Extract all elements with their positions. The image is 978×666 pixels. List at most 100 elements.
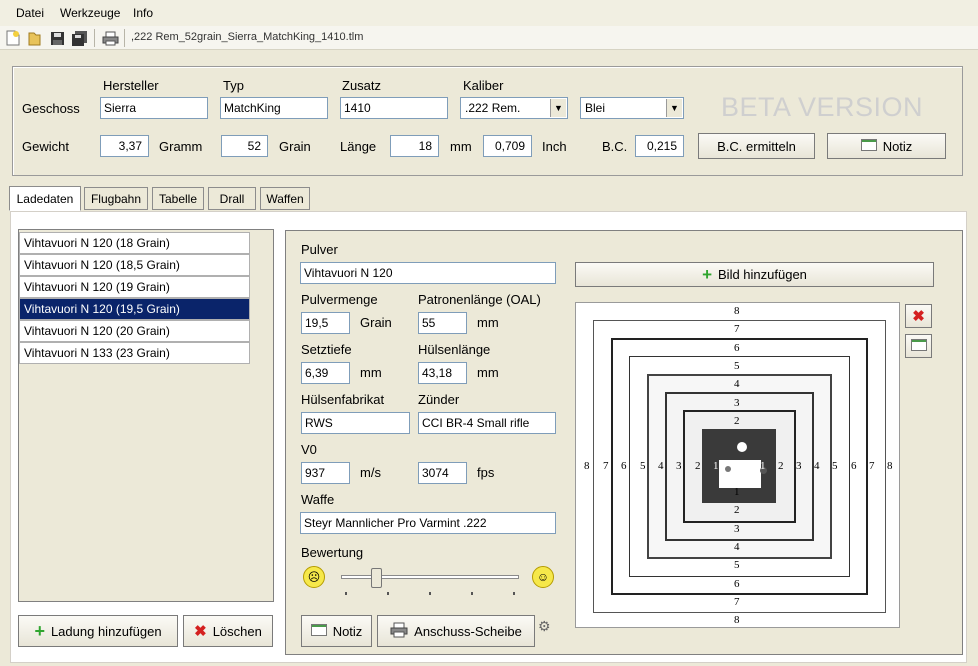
pulvermenge-field[interactable]: 19,5 bbox=[301, 312, 350, 334]
target-image: 8 7 6 5 4 3 2 1 2 3 4 5 6 7 8 8 7 6 5 4 … bbox=[575, 302, 900, 628]
note-icon bbox=[910, 338, 927, 354]
tab-flugbahn[interactable]: Flugbahn bbox=[84, 187, 148, 210]
plus-icon: + bbox=[34, 621, 45, 641]
waffe-field[interactable]: Steyr Mannlicher Pro Varmint .222 bbox=[300, 512, 556, 534]
gear-icon[interactable]: ⚙ bbox=[538, 618, 551, 635]
new-file-icon[interactable] bbox=[4, 29, 22, 47]
ring-number: 8 bbox=[734, 614, 740, 626]
pulver-label: Pulver bbox=[301, 242, 338, 257]
notiz-header-button[interactable]: Notiz bbox=[827, 133, 946, 159]
bewertung-label: Bewertung bbox=[301, 545, 364, 560]
material-select[interactable]: Blei ▼ bbox=[580, 97, 684, 119]
delete-image-button[interactable]: ✖ bbox=[905, 304, 932, 328]
bullet-hole bbox=[725, 466, 731, 472]
list-item[interactable]: Vihtavuori N 120 (20 Grain) bbox=[19, 320, 250, 342]
loeschen-button[interactable]: ✖ Löschen bbox=[183, 615, 273, 647]
tab-waffen[interactable]: Waffen bbox=[260, 187, 310, 210]
slider-tick bbox=[513, 592, 515, 595]
anschuss-scheibe-button[interactable]: Anschuss-Scheibe bbox=[377, 615, 535, 647]
laenge-mm-field[interactable]: 18 bbox=[390, 135, 439, 157]
ring-number: 1 bbox=[734, 486, 740, 498]
huelsenlaenge-label: Hülsenlänge bbox=[418, 342, 491, 357]
pulver-field[interactable]: Vihtavuori N 120 bbox=[300, 262, 556, 284]
kaliber-select[interactable]: .222 Rem. ▼ bbox=[460, 97, 568, 119]
ring-number: 6 bbox=[734, 342, 740, 354]
target-shot-group bbox=[719, 460, 761, 488]
notiz-load-button[interactable]: Notiz bbox=[301, 615, 372, 647]
bewertung-slider-track[interactable] bbox=[341, 575, 519, 579]
ring-number: 4 bbox=[658, 460, 664, 472]
huelsenfabrikat-label: Hülsenfabrikat bbox=[301, 392, 385, 407]
hersteller-field[interactable]: Sierra bbox=[100, 97, 208, 119]
mm-unit: mm bbox=[360, 365, 382, 380]
waffe-label: Waffe bbox=[301, 492, 335, 507]
tab-ladedaten[interactable]: Ladedaten bbox=[9, 186, 81, 211]
sad-smiley-icon: ☹ bbox=[303, 566, 325, 588]
bild-hinzufuegen-label: Bild hinzufügen bbox=[718, 267, 807, 282]
toolbar-separator bbox=[94, 29, 95, 47]
image-note-button[interactable] bbox=[905, 334, 932, 358]
ring-number: 8 bbox=[887, 460, 893, 472]
zuender-field[interactable]: CCI BR-4 Small rifle bbox=[418, 412, 556, 434]
delete-icon: ✖ bbox=[912, 307, 925, 325]
ring-number: 4 bbox=[814, 460, 820, 472]
save-all-icon[interactable] bbox=[70, 29, 88, 47]
bewertung-slider-thumb[interactable] bbox=[371, 568, 383, 588]
grain-unit: Grain bbox=[360, 315, 392, 330]
tab-tabelle[interactable]: Tabelle bbox=[152, 187, 204, 210]
note-icon bbox=[310, 623, 327, 639]
print-icon[interactable] bbox=[101, 29, 119, 47]
kaliber-header: Kaliber bbox=[463, 78, 504, 93]
ring-number: 6 bbox=[734, 578, 740, 590]
laenge-inch-field[interactable]: 0,709 bbox=[483, 135, 532, 157]
ring-number: 3 bbox=[734, 397, 740, 409]
save-icon[interactable] bbox=[48, 29, 66, 47]
ladung-hinzufuegen-button[interactable]: + Ladung hinzufügen bbox=[18, 615, 178, 647]
gewicht-gramm-field[interactable]: 3,37 bbox=[100, 135, 149, 157]
v0-ms-field[interactable]: 937 bbox=[301, 462, 350, 484]
chevron-down-icon[interactable]: ▼ bbox=[666, 99, 682, 117]
huelsenfabrikat-field[interactable]: RWS bbox=[301, 412, 410, 434]
bild-hinzufuegen-button[interactable]: + Bild hinzufügen bbox=[575, 262, 934, 287]
bc-ermitteln-button[interactable]: B.C. ermitteln bbox=[698, 133, 815, 159]
v0-fps-field[interactable]: 3074 bbox=[418, 462, 467, 484]
hersteller-header: Hersteller bbox=[103, 78, 159, 93]
ring-number: 7 bbox=[603, 460, 609, 472]
menu-datei[interactable]: Datei bbox=[16, 6, 44, 20]
list-item[interactable]: Vihtavuori N 120 (18 Grain) bbox=[19, 232, 250, 254]
ring-number: 4 bbox=[734, 378, 740, 390]
ring-number: 7 bbox=[869, 460, 875, 472]
bc-field[interactable]: 0,215 bbox=[635, 135, 684, 157]
fps-unit: fps bbox=[477, 465, 495, 480]
ring-number: 3 bbox=[734, 523, 740, 535]
huelsenlaenge-field[interactable]: 43,18 bbox=[418, 362, 467, 384]
notiz-load-label: Notiz bbox=[332, 623, 363, 639]
ring-number: 5 bbox=[734, 360, 740, 372]
list-item-selected[interactable]: Vihtavuori N 120 (19,5 Grain) bbox=[19, 298, 250, 320]
toolbar: ,222 Rem_52grain_Sierra_MatchKing_1410.t… bbox=[0, 26, 978, 50]
zusatz-field[interactable]: 1410 bbox=[340, 97, 448, 119]
menu-werkzeuge[interactable]: Werkzeuge bbox=[60, 6, 120, 20]
ring-number: 5 bbox=[832, 460, 838, 472]
oal-field[interactable]: 55 bbox=[418, 312, 467, 334]
chevron-down-icon[interactable]: ▼ bbox=[550, 99, 566, 117]
ring-number: 7 bbox=[734, 323, 740, 335]
mm-unit: mm bbox=[477, 365, 499, 380]
setztiefe-field[interactable]: 6,39 bbox=[301, 362, 350, 384]
mm-label: mm bbox=[450, 139, 472, 154]
gewicht-grain-field[interactable]: 52 bbox=[221, 135, 268, 157]
typ-field[interactable]: MatchKing bbox=[220, 97, 328, 119]
list-item[interactable]: Vihtavuori N 133 (23 Grain) bbox=[19, 342, 250, 364]
anschuss-scheibe-label: Anschuss-Scheibe bbox=[414, 623, 522, 639]
menu-bar: Datei Werkzeuge Info bbox=[0, 0, 978, 26]
tab-drall[interactable]: Drall bbox=[208, 187, 256, 210]
printer-icon bbox=[390, 622, 408, 641]
open-file-icon[interactable] bbox=[25, 29, 43, 47]
slider-tick bbox=[345, 592, 347, 595]
ring-number: 5 bbox=[640, 460, 646, 472]
laenge-label: Länge bbox=[340, 139, 377, 154]
list-item[interactable]: Vihtavuori N 120 (18,5 Grain) bbox=[19, 254, 250, 276]
ring-number: 2 bbox=[734, 415, 740, 427]
menu-info[interactable]: Info bbox=[133, 6, 153, 20]
list-item[interactable]: Vihtavuori N 120 (19 Grain) bbox=[19, 276, 250, 298]
